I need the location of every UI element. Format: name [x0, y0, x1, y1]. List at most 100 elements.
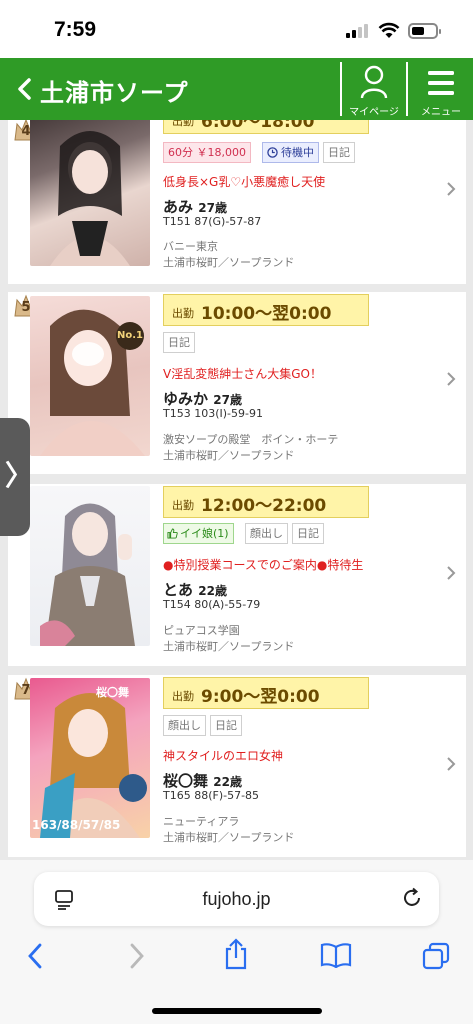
mypage-button[interactable]: マイページ: [343, 62, 405, 118]
waiting-tag: 待機中: [262, 142, 319, 163]
forward-icon[interactable]: [128, 942, 146, 970]
side-drawer-tab[interactable]: 〉: [0, 418, 34, 536]
good-girl-tag[interactable]: イイ娘(1): [163, 523, 234, 544]
shift-time-box: 出勤 9:00〜翌0:00: [163, 677, 369, 709]
face-shown-tag: 顔出し: [163, 715, 206, 736]
catch-copy: 神スタイルのエロ女神: [163, 749, 284, 763]
user-icon: [360, 65, 388, 99]
shop-name[interactable]: バニー東京: [163, 238, 218, 254]
girl-name: あみ: [163, 198, 194, 216]
shift-tag: 出勤: [172, 499, 194, 512]
diary-tag[interactable]: 日記: [292, 523, 324, 544]
page-title[interactable]: 土浦市ソープ: [40, 73, 189, 108]
face-shown-tag: 顔出し: [245, 523, 288, 544]
photo-size-overlay: 163/88/57/85: [32, 818, 121, 832]
chevron-right-icon: [447, 372, 456, 386]
girl-age: 22歳: [213, 775, 242, 789]
girl-specs: T165 88(F)-57-85: [163, 789, 260, 802]
mypage-label: マイページ: [349, 107, 399, 118]
catch-copy: ●特別授業コースでのご案内●特待生: [163, 558, 364, 572]
header-divider: [340, 62, 342, 116]
tabs-icon[interactable]: [422, 942, 450, 970]
shop-name[interactable]: 激安ソープの殿堂 ボイン・ホーテ: [163, 431, 338, 447]
listing-card[interactable]: 6 出勤 12:00〜22:00 イイ娘(1) 顔出し 日記 ●特別授業コースで…: [8, 484, 466, 666]
area-label: 土浦市桜町／ソープランド: [163, 831, 295, 844]
photo-illustration: [40, 503, 135, 646]
menu-button[interactable]: メニュー: [409, 62, 473, 118]
price-tag: 60分 ￥18,000: [163, 142, 251, 163]
girl-photo[interactable]: No.1: [30, 296, 150, 456]
girl-age: 22歳: [198, 584, 227, 598]
wifi-icon: [378, 22, 400, 38]
listing-card[interactable]: 7 桜〇舞 163/88/57/85 出勤 9:00〜翌0:00 顔出し 日記 …: [8, 675, 466, 857]
status-bar: 7:59: [0, 0, 473, 58]
shift-tag: 出勤: [172, 120, 194, 128]
listing-card[interactable]: 4 出勤 6:00〜18:00 60分 ￥18,000 待機中 日記 低身長×G…: [8, 120, 466, 284]
girl-photo[interactable]: [30, 120, 150, 266]
shop-name[interactable]: ピュアコス学園: [163, 622, 240, 638]
catch-copy: V淫乱変態紳士さん大集GO！: [163, 367, 322, 381]
header-divider: [406, 62, 408, 116]
chevron-right-icon: [447, 757, 456, 771]
diary-tag[interactable]: 日記: [210, 715, 242, 736]
cellular-signal-icon: [346, 24, 370, 38]
clock-icon: [267, 147, 278, 158]
waiting-label: 待機中: [281, 146, 314, 159]
area-label: 土浦市桜町／ソープランド: [163, 449, 295, 462]
diary-tag[interactable]: 日記: [163, 332, 195, 353]
shift-time-box: 出勤 12:00〜22:00: [163, 486, 369, 518]
shift-time: 12:00〜22:00: [201, 496, 327, 516]
shift-time: 6:00〜18:00: [201, 120, 315, 132]
chevron-right-icon: [447, 566, 456, 580]
photo-name-badge: 桜〇舞: [96, 686, 129, 699]
shift-tag: 出勤: [172, 307, 194, 320]
site-header: 土浦市ソープ マイページ メニュー: [0, 58, 473, 120]
photo-illustration: [50, 131, 130, 266]
girl-name-row: 桜〇舞 22歳: [163, 770, 242, 791]
shift-time-box: 出勤 10:00〜翌0:00: [163, 294, 369, 326]
url-text[interactable]: fujoho.jp: [34, 889, 439, 910]
reload-icon[interactable]: [401, 887, 423, 909]
browser-toolbar: fujoho.jp: [0, 860, 473, 1024]
girl-specs: T153 103(I)-59-91: [163, 407, 263, 420]
no1-badge: No.1: [117, 330, 143, 341]
address-bar[interactable]: fujoho.jp: [34, 872, 439, 926]
shop-name[interactable]: ニューティアラ: [163, 813, 239, 829]
area-label: 土浦市桜町／ソープランド: [163, 256, 295, 269]
girl-name-row: ゆみか 27歳: [163, 388, 242, 409]
photo-illustration: [40, 309, 145, 456]
battery-icon: [408, 23, 441, 39]
girl-specs: T151 87(G)-57-87: [163, 215, 262, 228]
shift-time: 9:00〜翌0:00: [201, 687, 320, 707]
listing-scroll-area[interactable]: 4 出勤 6:00〜18:00 60分 ￥18,000 待機中 日記 低身長×G…: [0, 120, 473, 860]
girl-name-row: あみ 27歳: [163, 196, 227, 217]
back-icon[interactable]: [26, 942, 44, 970]
girl-name: 桜〇舞: [163, 772, 209, 790]
listing-card[interactable]: 5 No.1 出勤 10:00〜翌0:00 日記 V淫乱変態紳士さん大集GO！ …: [8, 292, 466, 474]
girl-name: とあ: [163, 581, 194, 599]
side-tab-arrow: 〉: [5, 459, 34, 492]
hamburger-icon: [428, 71, 454, 95]
area-label: 土浦市桜町／ソープランド: [163, 640, 295, 653]
chevron-right-icon: [447, 182, 456, 196]
catch-copy: 低身長×G乳♡小悪魔癒し天使: [163, 175, 326, 189]
shift-time: 10:00〜翌0:00: [201, 304, 332, 324]
photo-illustration: [40, 693, 147, 838]
diary-tag[interactable]: 日記: [323, 142, 355, 163]
good-girl-label: イイ娘(1): [180, 527, 229, 540]
girl-name-row: とあ 22歳: [163, 579, 227, 600]
back-chevron-icon[interactable]: [14, 78, 36, 100]
status-time: 7:59: [54, 18, 97, 41]
bookmarks-icon[interactable]: [320, 942, 352, 968]
share-icon[interactable]: [223, 938, 249, 970]
girl-photo[interactable]: [30, 486, 150, 646]
girl-name: ゆみか: [163, 390, 209, 408]
girl-specs: T154 80(A)-55-79: [163, 598, 261, 611]
girl-age: 27歳: [198, 201, 227, 215]
girl-age: 27歳: [213, 393, 242, 407]
home-indicator: [152, 1008, 322, 1014]
menu-label: メニュー: [421, 107, 461, 118]
shift-tag: 出勤: [172, 690, 194, 703]
girl-photo[interactable]: 桜〇舞 163/88/57/85: [30, 678, 150, 838]
thumbs-up-icon: [167, 528, 178, 539]
